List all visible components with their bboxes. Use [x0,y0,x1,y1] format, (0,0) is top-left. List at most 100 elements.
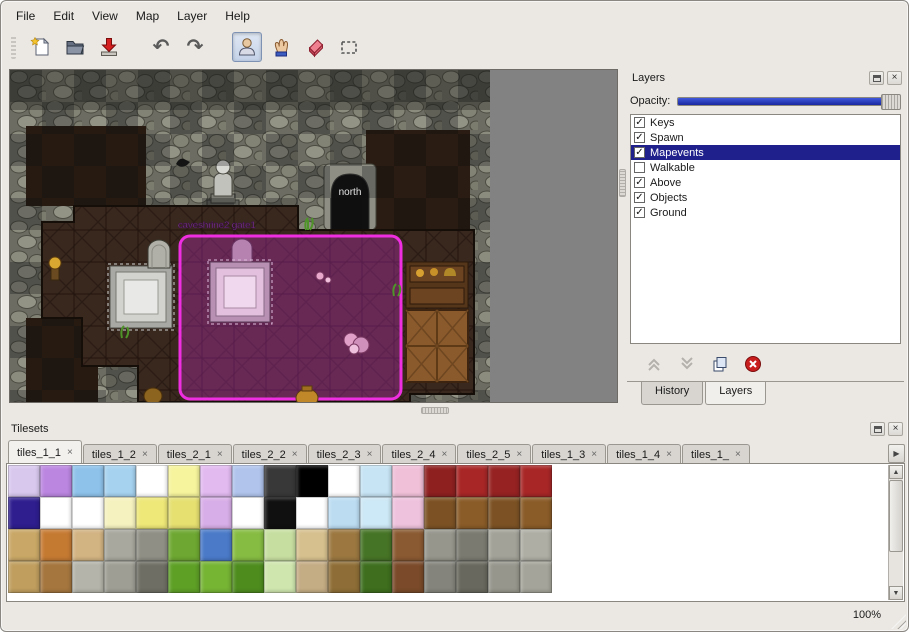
tileset-tile[interactable] [328,529,360,561]
tileset-tile[interactable] [488,465,520,497]
tileset-tile[interactable] [200,465,232,497]
tileset-tile[interactable] [8,497,40,529]
tileset-tile[interactable] [72,497,104,529]
tileset-tile[interactable] [456,561,488,593]
tileset-tile[interactable] [488,497,520,529]
opacity-slider-handle[interactable] [881,94,901,110]
toolbar-drag-handle[interactable] [11,35,16,59]
float-dock-button[interactable] [870,422,885,436]
layer-visibility-checkbox[interactable] [634,162,645,173]
tileset-tab-tiles_2_2[interactable]: tiles_2_2× [233,444,307,464]
tileset-tile[interactable] [296,529,328,561]
tileset-tile[interactable] [264,497,296,529]
tileset-tile[interactable] [168,465,200,497]
tileset-tile[interactable] [264,465,296,497]
tileset-tile[interactable] [104,561,136,593]
redo-button[interactable]: ↷ [180,32,210,62]
map-canvas[interactable]: north caveshrine2 gate1 [9,69,618,403]
tileset-tile[interactable] [296,561,328,593]
tileset-tile[interactable] [520,561,552,593]
layer-row-mapevents[interactable]: ✓Mapevents [631,145,900,160]
scroll-up-button[interactable]: ▲ [889,465,903,479]
tileset-tile[interactable] [424,529,456,561]
tileset-tile[interactable] [232,497,264,529]
tileset-tile[interactable] [40,529,72,561]
tileset-content[interactable]: ▲ ▼ [6,464,905,602]
tileset-tile[interactable] [40,465,72,497]
menu-item-map[interactable]: Map [127,6,168,26]
tileset-tile[interactable] [360,561,392,593]
tab-layers[interactable]: Layers [705,382,766,405]
tileset-tile[interactable] [456,465,488,497]
raise-layer-button[interactable] [642,352,666,376]
tileset-tile[interactable] [8,561,40,593]
menu-item-file[interactable]: File [7,6,44,26]
tileset-tab-tiles_2_4[interactable]: tiles_2_4× [382,444,456,464]
vertical-splitter[interactable] [618,69,627,403]
delete-layer-button[interactable] [741,352,765,376]
splitter-grip[interactable] [619,169,626,197]
eraser-tool-button[interactable] [300,32,330,62]
tileset-tab-tiles_2_5[interactable]: tiles_2_5× [457,444,531,464]
tileset-tab-tiles_1_3[interactable]: tiles_1_3× [532,444,606,464]
tileset-tile[interactable] [72,465,104,497]
tileset-tile[interactable] [328,465,360,497]
tileset-tile[interactable] [520,529,552,561]
tileset-tile[interactable] [200,497,232,529]
tileset-tile[interactable] [136,529,168,561]
tileset-tab-tiles_1_4[interactable]: tiles_1_4× [607,444,681,464]
lower-layer-button[interactable] [675,352,699,376]
tileset-tile[interactable] [264,529,296,561]
layer-visibility-checkbox[interactable]: ✓ [634,117,645,128]
tileset-tile[interactable] [264,561,296,593]
tileset-tile[interactable] [392,561,424,593]
tileset-tile[interactable] [104,465,136,497]
layer-visibility-checkbox[interactable]: ✓ [634,177,645,188]
layers-dock-titlebar[interactable]: Layers × [627,69,904,87]
layer-row-walkable[interactable]: Walkable [631,160,900,175]
tileset-tile[interactable] [40,497,72,529]
tileset-tile[interactable] [520,497,552,529]
splitter-grip[interactable] [421,407,449,414]
tileset-tile[interactable] [168,561,200,593]
scroll-down-button[interactable]: ▼ [889,586,903,600]
tileset-tile[interactable] [520,465,552,497]
tileset-tile[interactable] [424,561,456,593]
layer-row-ground[interactable]: ✓Ground [631,205,900,220]
tab-close-icon[interactable]: × [367,449,373,460]
tileset-tile[interactable] [296,497,328,529]
tileset-tile[interactable] [232,465,264,497]
tileset-tile[interactable] [328,497,360,529]
brush-tool-button[interactable] [266,32,296,62]
tileset-tile[interactable] [360,497,392,529]
tileset-tile[interactable] [136,497,168,529]
new-file-button[interactable] [26,32,56,62]
open-file-button[interactable] [60,32,90,62]
tileset-tile[interactable] [456,529,488,561]
tab-close-icon[interactable]: × [292,449,298,460]
duplicate-layer-button[interactable] [708,352,732,376]
tileset-tile[interactable] [40,561,72,593]
close-dock-button[interactable]: × [887,71,902,85]
layer-visibility-checkbox[interactable]: ✓ [634,207,645,218]
tileset-tab-tiles_1_2[interactable]: tiles_1_2× [83,444,157,464]
tab-close-icon[interactable]: × [735,449,741,460]
layer-row-keys[interactable]: ✓Keys [631,115,900,130]
tab-close-icon[interactable]: × [516,449,522,460]
stamp-tool-button[interactable] [232,32,262,62]
tileset-tile[interactable] [296,465,328,497]
tileset-tile[interactable] [360,465,392,497]
tileset-tile[interactable] [392,497,424,529]
tab-close-icon[interactable]: × [666,449,672,460]
tab-close-icon[interactable]: × [67,447,73,458]
menu-item-help[interactable]: Help [216,6,259,26]
layer-row-objects[interactable]: ✓Objects [631,190,900,205]
tileset-tile[interactable] [136,465,168,497]
tileset-tile[interactable] [8,529,40,561]
tab-close-icon[interactable]: × [142,449,148,460]
layer-row-spawn[interactable]: ✓Spawn [631,130,900,145]
tileset-tile[interactable] [200,561,232,593]
menu-item-edit[interactable]: Edit [44,6,83,26]
select-tool-button[interactable] [334,32,364,62]
menu-item-view[interactable]: View [83,6,127,26]
